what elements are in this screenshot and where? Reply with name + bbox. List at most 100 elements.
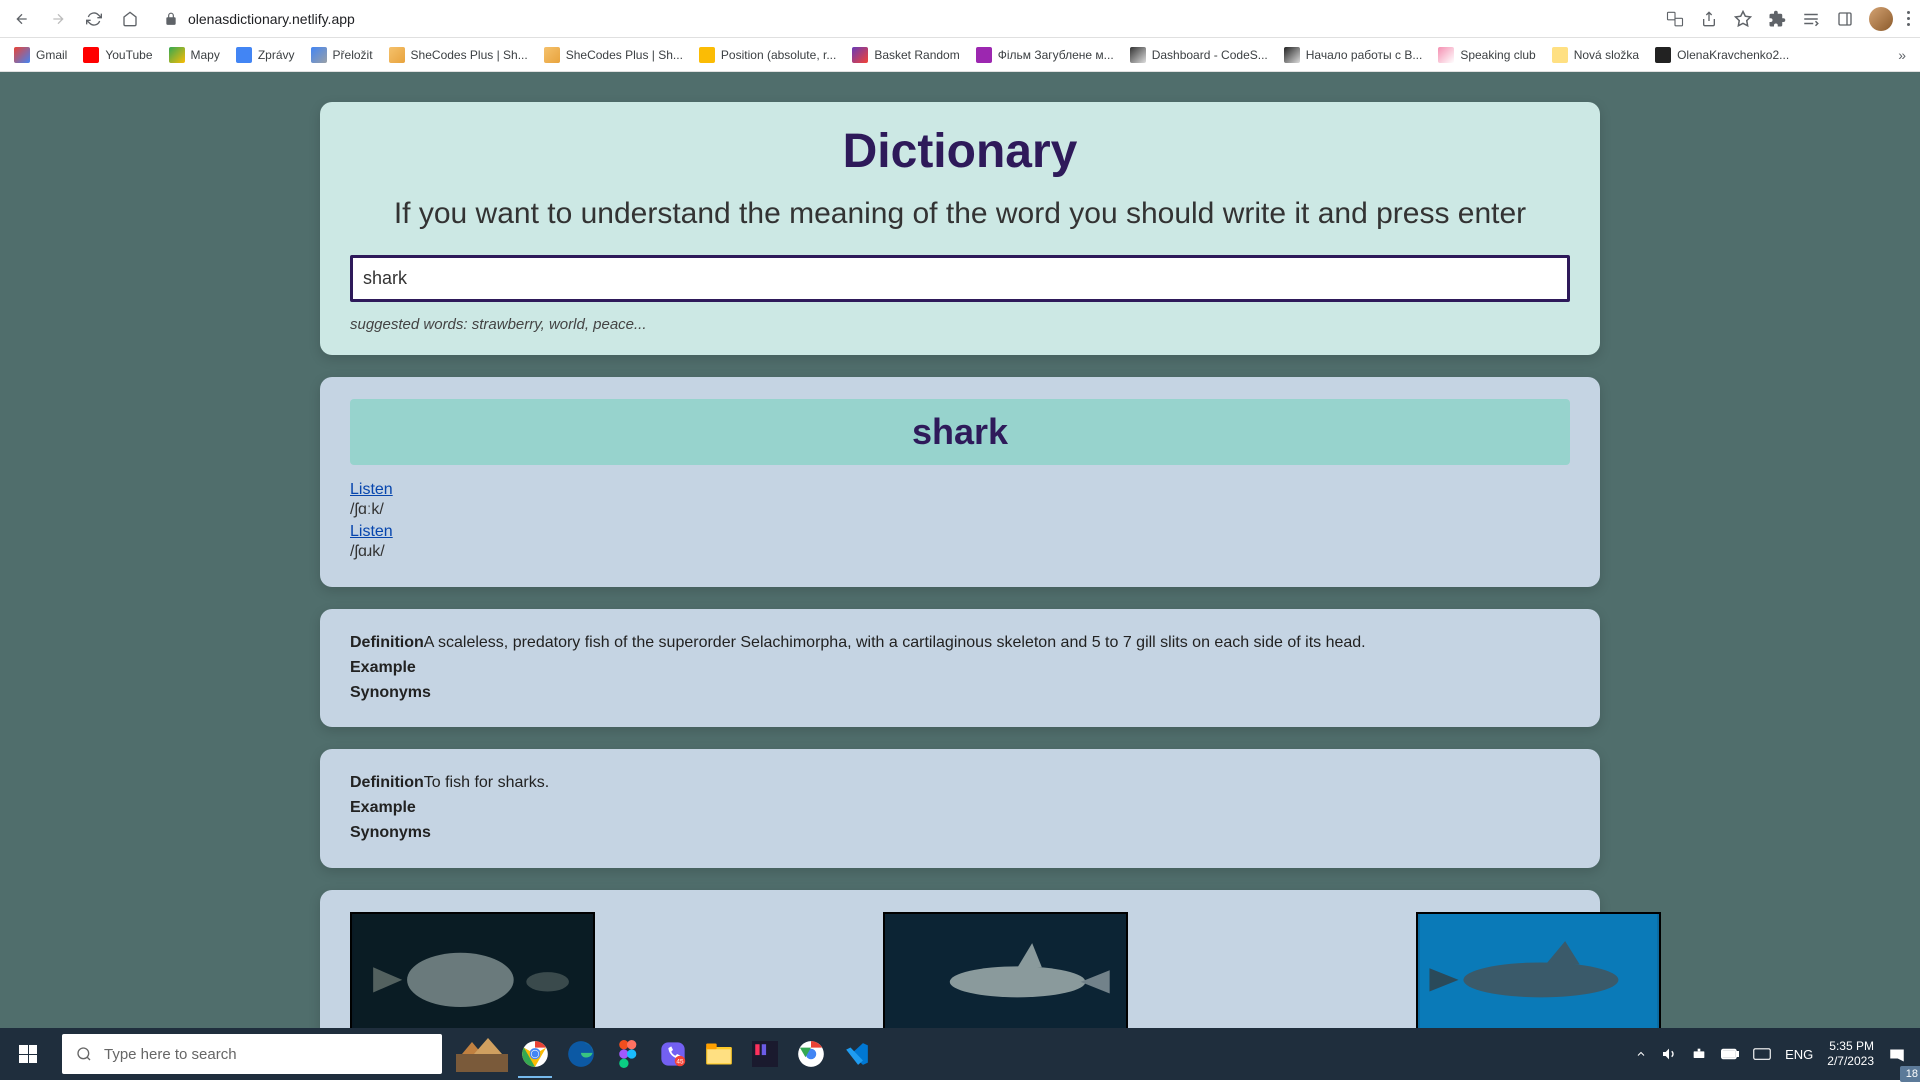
profile-avatar[interactable] <box>1869 7 1893 31</box>
extensions-icon[interactable] <box>1767 9 1787 29</box>
tray-notifications-icon[interactable]: 18 <box>1888 1045 1906 1063</box>
bookmark-favicon <box>852 47 868 63</box>
result-image[interactable] <box>883 912 1128 1028</box>
system-tray: ENG 5:35 PM 2/7/2023 18 <box>1635 1039 1920 1069</box>
bookmark-favicon <box>544 47 560 63</box>
result-image[interactable] <box>1416 912 1661 1028</box>
page-subtitle: If you want to understand the meaning of… <box>350 197 1570 231</box>
result-image[interactable] <box>350 912 595 1028</box>
bookmark-item[interactable]: Gmail <box>14 47 67 63</box>
share-icon[interactable] <box>1699 9 1719 29</box>
url-text: olenasdictionary.netlify.app <box>188 11 355 27</box>
bookmark-label: OlenaKravchenko2... <box>1677 48 1789 62</box>
windows-taskbar: Type here to search 45 <box>0 1028 1920 1080</box>
bookmark-item[interactable]: Přeložit <box>311 47 373 63</box>
bookmark-label: Position (absolute, r... <box>721 48 836 62</box>
bookmark-item[interactable]: SheCodes Plus | Sh... <box>389 47 528 63</box>
taskbar-vscode[interactable] <box>836 1033 878 1075</box>
bookmark-label: Přeložit <box>333 48 373 62</box>
tray-chevron-up-icon[interactable] <box>1635 1048 1647 1060</box>
taskbar-explorer[interactable] <box>698 1033 740 1075</box>
synonyms-label: Synonyms <box>350 824 431 841</box>
tray-volume-icon[interactable] <box>1661 1046 1677 1062</box>
taskbar-intellij[interactable] <box>744 1033 786 1075</box>
definition-card: DefinitionA scaleless, predatory fish of… <box>320 609 1600 727</box>
bookmark-item[interactable]: Basket Random <box>852 47 959 63</box>
bookmark-label: Dashboard - CodeS... <box>1152 48 1268 62</box>
tray-network-icon[interactable] <box>1691 1046 1707 1062</box>
bookmark-favicon <box>976 47 992 63</box>
tray-language[interactable]: ENG <box>1785 1047 1813 1062</box>
taskbar-figma[interactable] <box>606 1033 648 1075</box>
bookmark-favicon <box>169 47 185 63</box>
translate-icon[interactable] <box>1665 9 1685 29</box>
page-viewport[interactable]: Dictionary If you want to understand the… <box>0 72 1920 1028</box>
bookmark-label: Speaking club <box>1460 48 1535 62</box>
taskbar-chrome[interactable] <box>514 1033 556 1075</box>
taskbar-viber[interactable]: 45 <box>652 1033 694 1075</box>
synonyms-row: Synonyms <box>350 681 1570 706</box>
bookmark-item[interactable]: Dashboard - CodeS... <box>1130 47 1268 63</box>
bookmark-item[interactable]: Nová složka <box>1552 47 1639 63</box>
taskbar-chrome-canary[interactable] <box>790 1033 832 1075</box>
bookmark-item[interactable]: OlenaKravchenko2... <box>1655 47 1789 63</box>
bookmark-label: Gmail <box>36 48 67 62</box>
bookmark-favicon <box>699 47 715 63</box>
listen-link[interactable]: Listen <box>350 481 393 498</box>
definition-text: A scaleless, predatory fish of the super… <box>424 634 1366 651</box>
bookmark-item[interactable]: Zprávy <box>236 47 295 63</box>
home-button[interactable] <box>118 7 142 31</box>
chrome-menu-icon[interactable] <box>1907 11 1910 26</box>
bookmark-favicon <box>14 47 30 63</box>
back-button[interactable] <box>10 7 34 31</box>
bookmark-item[interactable]: Position (absolute, r... <box>699 47 836 63</box>
bookmark-label: SheCodes Plus | Sh... <box>411 48 528 62</box>
example-row: Example <box>350 796 1570 821</box>
pronunciation-text: /ʃɑːk/ <box>350 501 1570 519</box>
bookmark-item[interactable]: SheCodes Plus | Sh... <box>544 47 683 63</box>
tray-clock[interactable]: 5:35 PM 2/7/2023 <box>1827 1039 1874 1069</box>
bookmark-favicon <box>83 47 99 63</box>
browser-toolbar: olenasdictionary.netlify.app <box>0 0 1920 38</box>
image-row <box>340 912 1580 1028</box>
tray-keyboard-icon[interactable] <box>1753 1047 1771 1061</box>
definition-label: Definition <box>350 774 424 791</box>
bookmark-item[interactable]: Фільм Загублене м... <box>976 47 1114 63</box>
taskbar-search[interactable]: Type here to search <box>62 1034 442 1074</box>
bookmark-favicon <box>236 47 252 63</box>
bookmark-item[interactable]: Speaking club <box>1438 47 1535 63</box>
bookmark-label: Nová složka <box>1574 48 1639 62</box>
bookmark-label: Basket Random <box>874 48 959 62</box>
definition-label: Definition <box>350 634 424 651</box>
start-button[interactable] <box>0 1028 56 1080</box>
bookmark-label: Начало работы с B... <box>1306 48 1423 62</box>
bookmark-item[interactable]: Mapy <box>169 47 220 63</box>
reading-list-icon[interactable] <box>1801 9 1821 29</box>
bookmark-star-icon[interactable] <box>1733 9 1753 29</box>
reload-button[interactable] <box>82 7 106 31</box>
bookmark-item[interactable]: YouTube <box>83 47 152 63</box>
definition-row: DefinitionTo fish for sharks. <box>350 771 1570 796</box>
taskbar-apps: 45 <box>514 1033 878 1075</box>
search-input[interactable] <box>350 255 1570 302</box>
bookmarks-overflow-icon[interactable]: » <box>1898 47 1906 63</box>
bookmark-item[interactable]: Начало работы с B... <box>1284 47 1423 63</box>
sidepanel-icon[interactable] <box>1835 9 1855 29</box>
weather-widget[interactable] <box>454 1034 510 1074</box>
bookmark-favicon <box>1552 47 1568 63</box>
bookmark-label: Фільм Загублене м... <box>998 48 1114 62</box>
listen-link[interactable]: Listen <box>350 523 393 540</box>
forward-button[interactable] <box>46 7 70 31</box>
search-icon <box>76 1046 92 1062</box>
bookmarks-bar: Gmail YouTube Mapy Zprávy Přeložit SheCodes P… <box>0 38 1920 72</box>
address-bar[interactable]: olenasdictionary.netlify.app <box>154 11 1653 27</box>
synonyms-label: Synonyms <box>350 684 431 701</box>
bookmark-favicon <box>1655 47 1671 63</box>
bookmark-favicon <box>389 47 405 63</box>
word-title: shark <box>362 411 1558 453</box>
bookmark-favicon <box>1284 47 1300 63</box>
bookmark-favicon <box>311 47 327 63</box>
tray-battery-icon[interactable] <box>1721 1048 1739 1060</box>
pronunciation-text: /ʃɑɹk/ <box>350 543 1570 561</box>
taskbar-edge[interactable] <box>560 1033 602 1075</box>
